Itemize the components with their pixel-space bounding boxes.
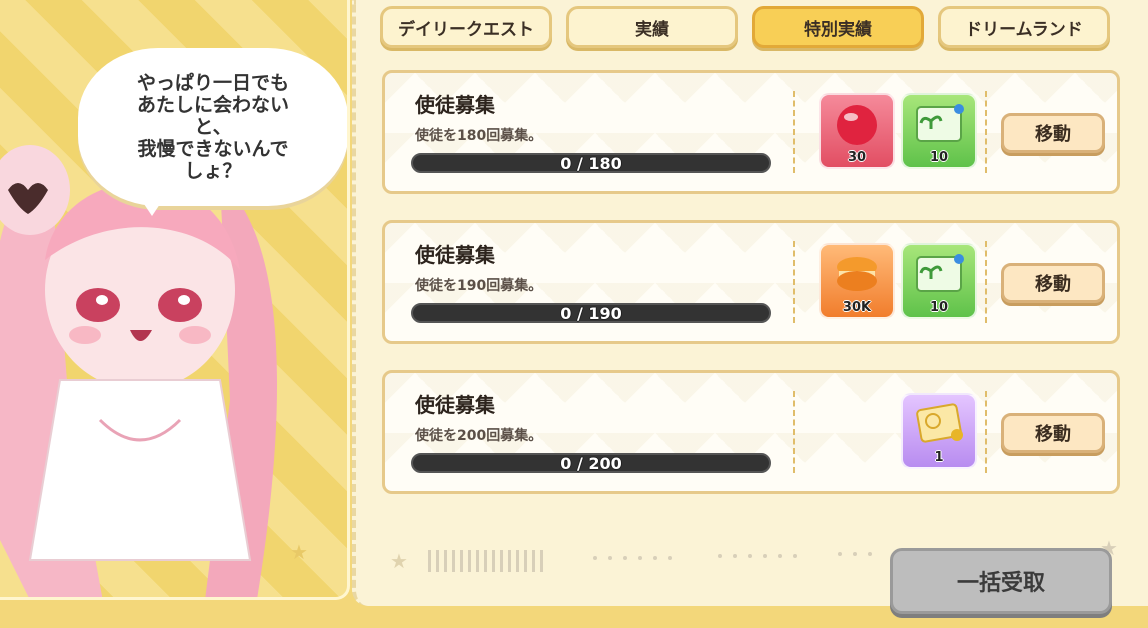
progress-bar: 0 / 180 bbox=[411, 153, 771, 173]
divider bbox=[793, 391, 795, 473]
bottom-decoration: ★ bbox=[390, 549, 872, 573]
sprout-ticket-icon bbox=[916, 254, 964, 292]
svg-text:★: ★ bbox=[390, 549, 408, 573]
quest-card: 使徒募集 使徒を190回募集。 0 / 190 30K 10 移動 bbox=[382, 220, 1120, 344]
gold-ticket-icon bbox=[916, 403, 963, 443]
speech-bubble: やっぱり一日でも あたしに会わない と、 我慢できないんで しょ？ bbox=[78, 48, 347, 206]
speech-bubble-tail bbox=[140, 198, 164, 216]
reward-item[interactable]: 30 bbox=[819, 93, 895, 169]
divider bbox=[985, 91, 987, 173]
quest-title: 使徒募集 bbox=[415, 93, 495, 117]
reward-quantity: 30K bbox=[842, 300, 872, 315]
macaron-icon bbox=[837, 257, 877, 291]
red-orb-icon bbox=[837, 105, 877, 145]
move-button[interactable]: 移動 bbox=[1001, 413, 1105, 453]
reward-item[interactable]: 1 bbox=[901, 393, 977, 469]
reward-quantity: 30 bbox=[847, 150, 867, 165]
progress-bar: 0 / 200 bbox=[411, 453, 771, 473]
reward-quantity: 10 bbox=[929, 150, 949, 165]
progress-bar: 0 / 190 bbox=[411, 303, 771, 323]
reward-item[interactable]: 10 bbox=[901, 243, 977, 319]
claim-all-button[interactable]: 一括受取 bbox=[890, 548, 1112, 614]
progress-text: 0 / 200 bbox=[560, 454, 622, 473]
quest-card: 使徒募集 使徒を200回募集。 0 / 200 1 移動 bbox=[382, 370, 1120, 494]
tab-dreamland[interactable]: ドリームランド bbox=[938, 6, 1110, 48]
quest-card: 使徒募集 使徒を180回募集。 0 / 180 30 10 移動 bbox=[382, 70, 1120, 194]
tab-achievements[interactable]: 実績 bbox=[566, 6, 738, 48]
move-button[interactable]: 移動 bbox=[1001, 263, 1105, 303]
progress-text: 0 / 180 bbox=[560, 154, 622, 173]
tab-special-achievements[interactable]: 特別実績 bbox=[752, 6, 924, 48]
quest-description: 使徒を180回募集。 bbox=[415, 128, 543, 144]
divider bbox=[985, 241, 987, 323]
character-panel: ★ ★ やっぱり一日でも あたしに会わない と、 我慢できないんで しょ？ bbox=[0, 0, 350, 600]
divider bbox=[793, 241, 795, 323]
progress-text: 0 / 190 bbox=[560, 304, 622, 323]
quest-description: 使徒を200回募集。 bbox=[415, 428, 543, 444]
reward-item[interactable]: 30K bbox=[819, 243, 895, 319]
quest-title: 使徒募集 bbox=[415, 393, 495, 417]
tab-daily-quest[interactable]: デイリークエスト bbox=[380, 6, 552, 48]
divider bbox=[793, 91, 795, 173]
sprout-ticket-icon bbox=[916, 104, 964, 142]
divider bbox=[985, 391, 987, 473]
reward-item[interactable]: 10 bbox=[901, 93, 977, 169]
reward-quantity: 1 bbox=[934, 450, 944, 465]
quest-title: 使徒募集 bbox=[415, 243, 495, 267]
move-button[interactable]: 移動 bbox=[1001, 113, 1105, 153]
reward-quantity: 10 bbox=[929, 300, 949, 315]
quest-description: 使徒を190回募集。 bbox=[415, 278, 543, 294]
tab-bar: デイリークエスト 実績 特別実績 ドリームランド bbox=[380, 6, 1116, 54]
